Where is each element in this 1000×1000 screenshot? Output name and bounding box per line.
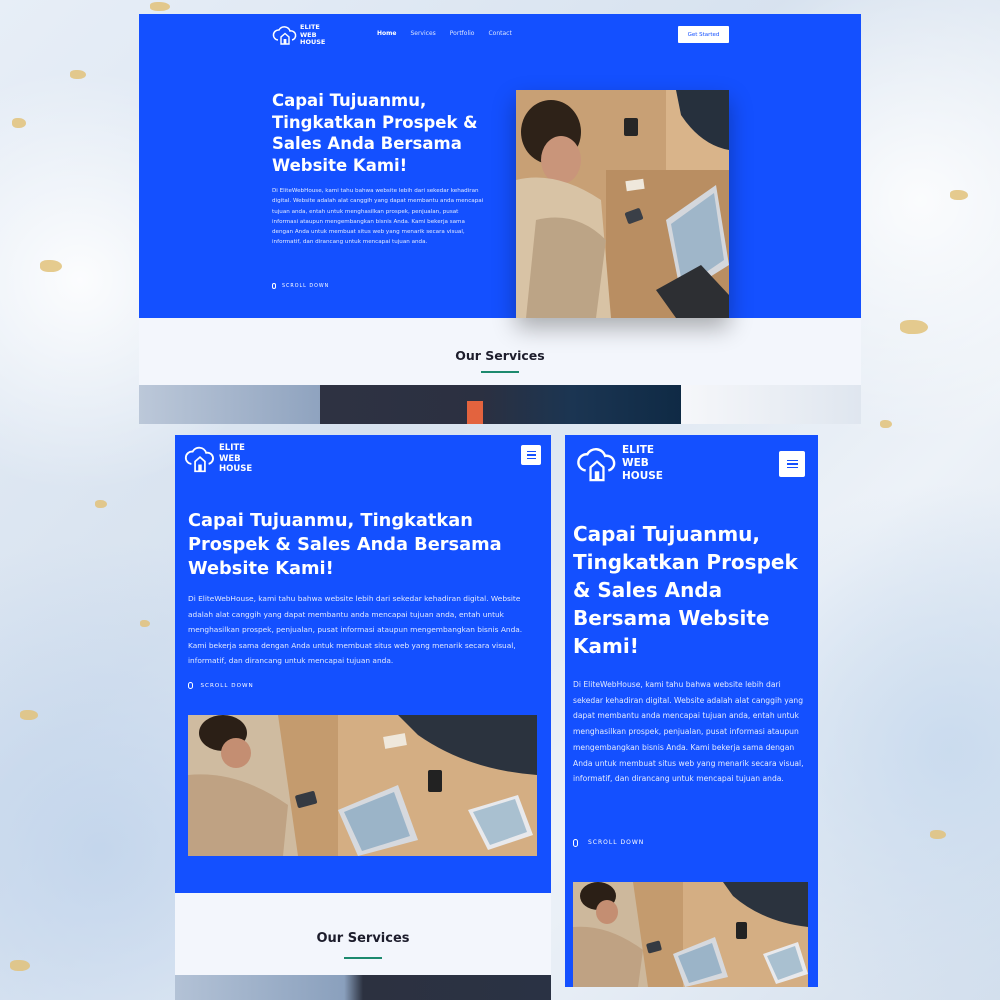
nav-item-home[interactable]: Home [377,30,396,37]
services-title: Our Services [455,348,545,363]
mouse-icon [573,839,578,847]
scroll-down-label: SCROLL DOWN [282,283,330,289]
tablet-screen: ELITE WEB HOUSE Capai Tujuanmu, Tingkatk… [175,435,551,1000]
hero-section: ELITE WEB HOUSE Home Services Portfolio … [139,14,861,318]
hero-image [573,882,808,987]
services-underline [344,957,382,959]
scroll-down-link[interactable]: SCROLL DOWN [573,839,644,847]
nav-item-portfolio[interactable]: Portfolio [450,30,475,37]
gold-flake [12,118,26,128]
brand-line-2: WEB [219,453,241,464]
menu-button[interactable] [521,445,541,465]
cloud-house-icon [184,446,214,472]
brand-line-1: ELITE [622,444,655,456]
services-preview-strip [139,385,861,424]
brand-line-1: ELITE [219,443,245,453]
gold-flake [930,830,946,839]
hero-image [516,90,729,318]
gold-flake [150,2,170,11]
preview-left-image [139,385,320,424]
gold-flake [140,620,150,627]
scroll-down-label: SCROLL DOWN [588,839,645,847]
hero-headline: Capai Tujuanmu, Tingkatkan Prospek & Sal… [573,522,798,658]
scroll-down-label: SCROLL DOWN [200,682,254,689]
gold-flake [40,260,62,272]
hero-headline: Capai Tujuanmu, Tingkatkan Prospek & Sal… [188,510,502,579]
mouse-icon [272,283,276,289]
gold-flake [900,320,928,334]
brand-line-2: WEB [622,457,649,469]
hero-paragraph: Di EliteWebHouse, kami tahu bahwa websit… [188,594,523,665]
gold-flake [70,70,86,79]
mouse-icon [188,682,193,689]
hero-paragraph: Di EliteWebHouse, kami tahu bahwa websit… [573,680,804,784]
scroll-down-link[interactable]: SCROLL DOWN [272,283,329,289]
gold-flake [950,190,968,200]
get-started-button[interactable]: Get Started [678,26,729,43]
hero-image [188,715,537,856]
cloud-house-icon [577,447,616,481]
brand-line-3: HOUSE [622,470,663,482]
logo[interactable]: ELITE WEB HOUSE [272,23,326,47]
menu-button[interactable] [779,451,805,477]
gold-flake [20,710,38,720]
gold-flake [880,420,892,428]
services-preview-strip [175,975,551,1000]
preview-right-image [681,385,861,424]
logo[interactable]: ELITE WEB HOUSE [576,444,663,483]
hamburger-menu-icon [786,459,798,469]
nav-item-services[interactable]: Services [410,30,435,37]
hamburger-menu-icon [526,450,536,460]
mobile-screen: ELITE WEB HOUSE Capai Tujuanmu, Tingkatk… [565,435,818,987]
scroll-down-link[interactable]: SCROLL DOWN [188,682,254,689]
main-nav: Home Services Portfolio Contact [377,30,512,37]
logo[interactable]: ELITE WEB HOUSE [184,443,252,475]
preview-center-image [320,385,681,424]
hero-headline: Capai Tujuanmu, Tingkatkan Prospek & Sal… [272,91,478,175]
services-underline [481,371,519,373]
hero-paragraph: Di EliteWebHouse, kami tahu bahwa websit… [272,188,484,246]
brand-line-3: HOUSE [300,38,326,46]
nav-item-contact[interactable]: Contact [488,30,511,37]
gold-flake [95,500,107,508]
desktop-screen: ELITE WEB HOUSE Home Services Portfolio … [139,14,861,424]
services-title: Our Services [316,931,410,946]
hero-section: ELITE WEB HOUSE Capai Tujuanmu, Tingkatk… [175,435,551,893]
preview-accent-block [467,401,483,424]
cloud-house-icon [272,26,297,45]
brand-line-3: HOUSE [219,464,253,474]
gold-flake [10,960,30,971]
